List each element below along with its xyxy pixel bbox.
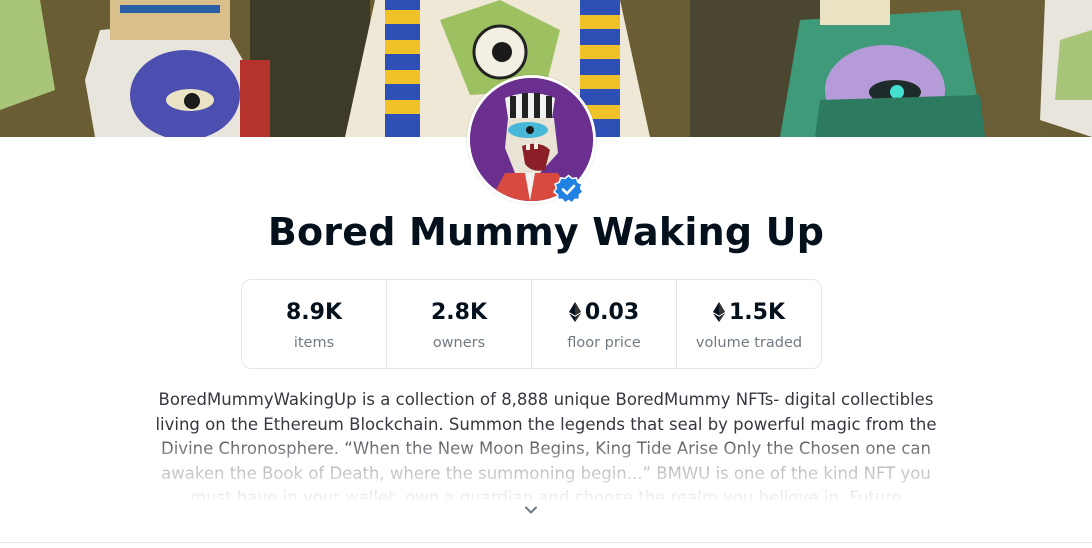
stat-volume-traded[interactable]: 1.5K volume traded — [677, 280, 821, 368]
ethereum-icon — [712, 302, 725, 322]
stat-value: 2.8K — [431, 297, 487, 327]
collection-stats: 8.9K items 2.8K owners 0.03 floor price — [241, 279, 822, 369]
stat-floor-price[interactable]: 0.03 floor price — [532, 280, 677, 368]
chevron-down-icon[interactable] — [521, 500, 541, 520]
stat-number: 0.03 — [584, 299, 640, 325]
collection-title: Bored Mummy Waking Up — [267, 210, 825, 254]
stat-label: owners — [432, 335, 486, 351]
verified-badge-icon — [552, 174, 585, 205]
stat-number: 1.5K — [728, 299, 786, 325]
stat-value: 1.5K — [712, 297, 786, 327]
section-divider — [0, 542, 1092, 543]
stat-value: 8.9K — [286, 297, 342, 327]
stat-label: items — [293, 335, 335, 351]
stat-value: 0.03 — [568, 297, 640, 327]
stat-label: floor price — [567, 335, 641, 351]
stat-number: 8.9K — [285, 299, 343, 325]
collection-avatar — [467, 75, 596, 205]
ethereum-icon — [568, 302, 581, 322]
stat-number: 2.8K — [430, 299, 488, 325]
stat-label: volume traded — [695, 335, 803, 351]
collection-description: BoredMummyWakingUp is a collection of 8,… — [155, 390, 937, 500]
stat-owners[interactable]: 2.8K owners — [387, 280, 532, 368]
stat-items[interactable]: 8.9K items — [242, 280, 387, 368]
